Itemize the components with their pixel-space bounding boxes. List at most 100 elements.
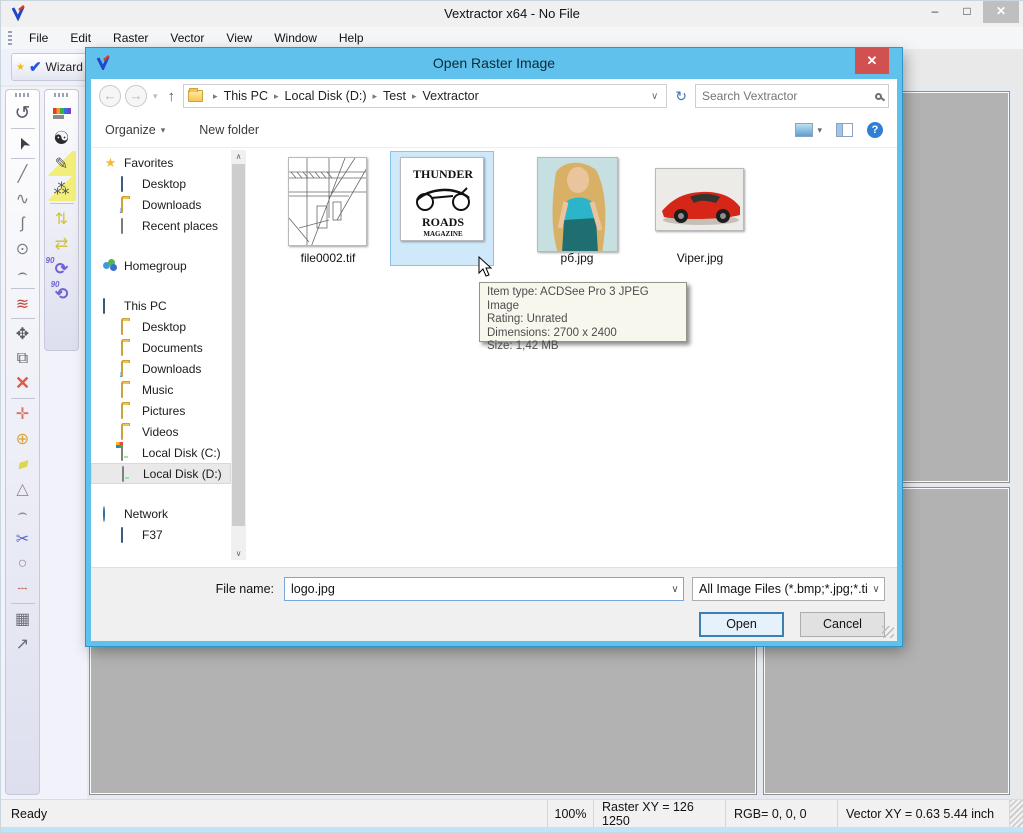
cancel-button[interactable]: Cancel [800,612,885,637]
maximize-button[interactable]: □ [951,1,983,23]
file-name-row: File name: ∨ All Image Files (*.bmp;*.jp… [91,577,897,601]
sidebar-item-favorites[interactable]: ★ Favorites [91,152,231,173]
breadcrumb-vextractor[interactable]: Vextractor [423,89,479,103]
arc-tool-icon[interactable]: ⌢ [9,261,37,286]
file-tile-file0002[interactable]: file0002.tif [278,148,398,268]
sidebar-item-local-disk-d[interactable]: Local Disk (D:) [91,463,231,484]
split-segment-icon[interactable]: ┄ [9,576,37,601]
resize-grip[interactable] [1009,800,1023,827]
rotate-ccw-icon[interactable]: 90 ⟲ [48,280,76,306]
curve-tool-icon[interactable]: ʃ [9,211,37,236]
menu-view[interactable]: View [215,27,263,49]
wizard-button[interactable]: ★ ✔ Wizard [11,53,88,81]
move-tool-icon[interactable]: ✥ [9,321,37,346]
tooltip-size: Size: 1,42 MB [487,340,559,352]
separator [10,603,35,604]
add-arc-icon[interactable]: ⌢ [9,501,37,526]
sidebar-item-recent-places[interactable]: Recent places [91,215,231,236]
scroll-down-arrow[interactable]: ∨ [231,547,246,560]
chevron-down-icon[interactable]: ∨ [667,584,683,595]
menu-vector[interactable]: Vector [159,27,215,49]
view-mode-button[interactable]: ▾ [795,123,822,137]
sidebar-label: Documents [142,340,203,355]
breadcrumb-this-pc[interactable]: This PC [224,89,268,103]
new-folder-button[interactable]: New folder [199,123,259,137]
file-tile-p6[interactable]: pб.jpg [527,148,647,268]
circle-tool-icon[interactable]: ⊙ [9,236,37,261]
recent-locations-chevron[interactable]: ▾ [153,91,158,102]
despeckle-icon[interactable]: ✎ [47,151,76,176]
sidebar-item-local-disk-c[interactable]: Local Disk (C:) [91,442,231,463]
dialog-resize-grip[interactable] [882,626,894,638]
select-arrow-icon[interactable]: ➤ [5,126,39,162]
sidebar-item-documents[interactable]: Documents [91,337,231,358]
search-box[interactable] [695,84,889,108]
sidebar-label: Homegroup [124,258,187,273]
status-zoom: 100% [547,800,593,827]
preview-pane-button[interactable] [836,123,853,137]
address-dropdown-chevron[interactable]: ∨ [651,91,662,102]
sidebar-label: Recent places [142,218,219,233]
sidebar-item-videos[interactable]: Videos [91,421,231,442]
refresh-button[interactable]: ↻ [671,88,691,105]
menu-help[interactable]: Help [328,27,375,49]
rotate-cw-label: 90 [45,256,55,265]
delete-tool-icon[interactable]: ✕ [9,371,37,396]
undo-icon[interactable]: ↺ [9,101,37,126]
sidebar-item-pc-downloads[interactable]: ↓ Downloads [91,358,231,379]
move-node-icon[interactable]: ✛ [9,401,37,426]
eraser-tool-icon[interactable]: ▰ [5,447,39,479]
close-button[interactable]: ✕ [983,1,1019,23]
menu-edit[interactable]: Edit [59,27,102,49]
open-button[interactable]: Open [699,612,784,637]
scrollbar-thumb[interactable] [232,164,245,526]
sidebar-scrollbar[interactable]: ∧ ∨ [231,150,246,560]
file-tile-logo-selected[interactable]: THUNDER ROADS MAGAZINE logo.jpg [390,151,494,266]
grid-icon[interactable]: ▦ [9,606,37,631]
organize-button[interactable]: Organize ▾ [105,123,165,137]
breadcrumb-test[interactable]: Test [383,89,406,103]
invert-icon[interactable]: ☯ [48,126,76,151]
scroll-up-arrow[interactable]: ∧ [231,150,246,163]
file-name-combo[interactable]: ∨ [284,577,684,601]
up-button[interactable]: ↑ [168,88,176,105]
breadcrumb-drive[interactable]: Local Disk (D:) [285,89,367,103]
breadcrumb[interactable]: ▸ This PC ▸ Local Disk (D:) ▸ Test ▸ Vex… [183,84,668,108]
sidebar-item-f37[interactable]: F37 [91,524,231,545]
minimize-button[interactable]: – [919,1,951,23]
flip-vertical-icon[interactable]: ⇅ [48,206,76,231]
menu-window[interactable]: Window [263,27,328,49]
sidebar-item-network[interactable]: Network [91,503,231,524]
file-name-input[interactable] [285,582,667,596]
dialog-close-button[interactable]: ✕ [855,48,889,74]
forward-button[interactable]: → [125,85,147,107]
file-type-combo[interactable]: All Image Files (*.bmp;*.jpg;*.tif ∨ [692,577,885,601]
rotate-cw-icon[interactable]: 90 ⟳ [45,256,76,281]
remove-dots-icon[interactable]: ⁂ [47,176,76,201]
sidebar-item-desktop[interactable]: Desktop [91,173,231,194]
sidebar-item-homegroup[interactable]: Homegroup [91,255,231,276]
snap-icon[interactable]: ↗ [9,631,37,656]
sidebar-item-pictures[interactable]: Pictures [91,400,231,421]
copy-tool-icon[interactable]: ⧉ [9,346,37,371]
close-contour-icon[interactable]: ○ [9,551,37,576]
palette-icon[interactable] [48,101,76,126]
polyline-tool-icon[interactable]: ∿ [9,186,37,211]
file-tile-viper[interactable]: Viper.jpg [650,148,770,268]
menu-raster[interactable]: Raster [102,27,159,49]
network-computer-icon [121,527,123,543]
help-button[interactable]: ? [867,122,883,138]
line-tool-icon[interactable]: ╱ [9,161,37,186]
cut-tool-icon[interactable]: ✂ [9,526,37,551]
menu-file[interactable]: File [18,27,59,49]
raster-toolbar: ☯ ✎ ⁂ ⇅ ⇄ 90 ⟳ 90 ⟲ [44,89,79,351]
trace-color-icon[interactable]: ≋ [9,291,37,316]
sidebar-item-pc-desktop[interactable]: Desktop [91,316,231,337]
search-input[interactable] [702,89,875,103]
sidebar-item-music[interactable]: Music [91,379,231,400]
crumb-separator-icon: ▸ [411,90,417,101]
sidebar-item-downloads[interactable]: ↓ Downloads [91,194,231,215]
back-button[interactable]: ← [99,85,121,107]
flip-horizontal-icon[interactable]: ⇄ [48,231,76,256]
sidebar-item-this-pc[interactable]: This PC [91,295,231,316]
